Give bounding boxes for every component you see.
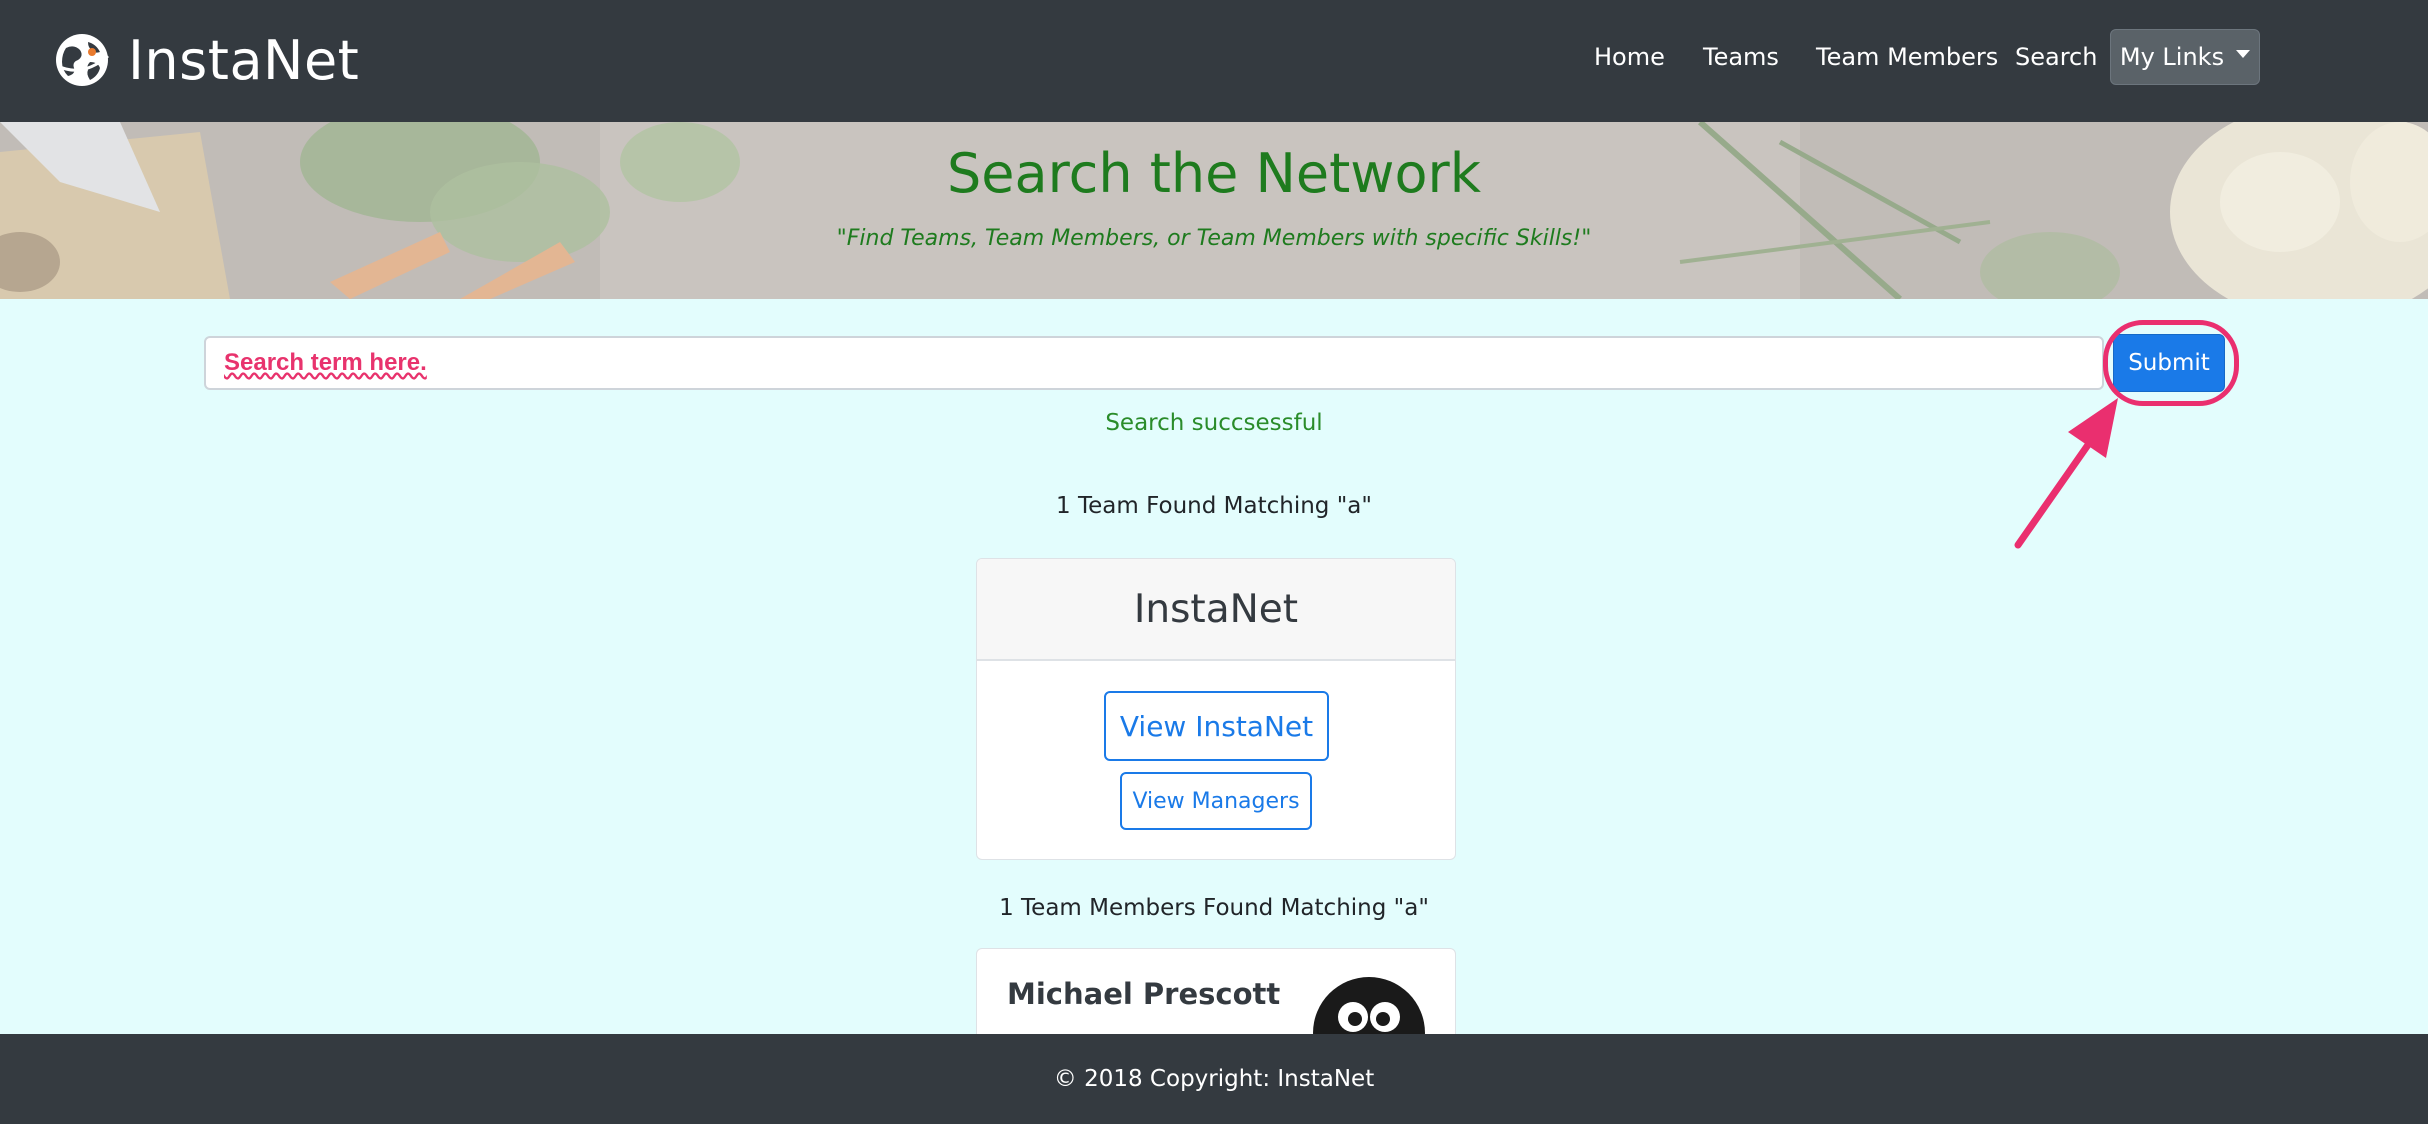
page-subtitle: "Find Teams, Team Members, or Team Membe…	[836, 226, 1592, 251]
nav-search-link[interactable]: Search	[2015, 36, 2097, 78]
team-card-title: InstaNet	[977, 559, 1455, 661]
nav-home-link[interactable]: Home	[1594, 36, 1665, 78]
view-managers-button[interactable]: View Managers	[1120, 772, 1312, 830]
footer: © 2018 Copyright: InstaNet	[0, 1034, 2428, 1124]
members-result-heading: 1 Team Members Found Matching "a"	[999, 895, 1429, 921]
my-links-label: My Links	[2119, 43, 2225, 71]
search-status-message: Search succsessful	[1105, 410, 1323, 436]
teams-result-heading: 1 Team Found Matching "a"	[1056, 493, 1372, 519]
nav-teams-link[interactable]: Teams	[1703, 36, 1779, 78]
view-team-button[interactable]: View InstaNet	[1104, 691, 1329, 761]
page-title: Search the Network	[947, 142, 1481, 205]
top-navbar: InstaNet Home Teams Team Members Search …	[0, 0, 2428, 122]
caret-down-icon	[2236, 50, 2251, 58]
copyright-text: © 2018 Copyright: InstaNet	[1053, 1066, 1375, 1092]
search-input[interactable]: Search term here.	[204, 336, 2104, 390]
member-name: Michael Prescott	[1007, 977, 1281, 1011]
brand-link[interactable]: InstaNet	[52, 22, 359, 98]
nav-team-members-link[interactable]: Team Members	[1816, 36, 1998, 78]
globe-icon	[56, 34, 109, 86]
annotation-arrow-icon	[2014, 398, 2118, 549]
team-card: InstaNet View InstaNet View Managers	[976, 558, 1456, 860]
my-links-dropdown[interactable]: My Links	[2110, 29, 2260, 85]
brand-name: InstaNet	[128, 28, 360, 92]
hero-banner: Search the Network "Find Teams, Team Mem…	[0, 122, 2428, 299]
